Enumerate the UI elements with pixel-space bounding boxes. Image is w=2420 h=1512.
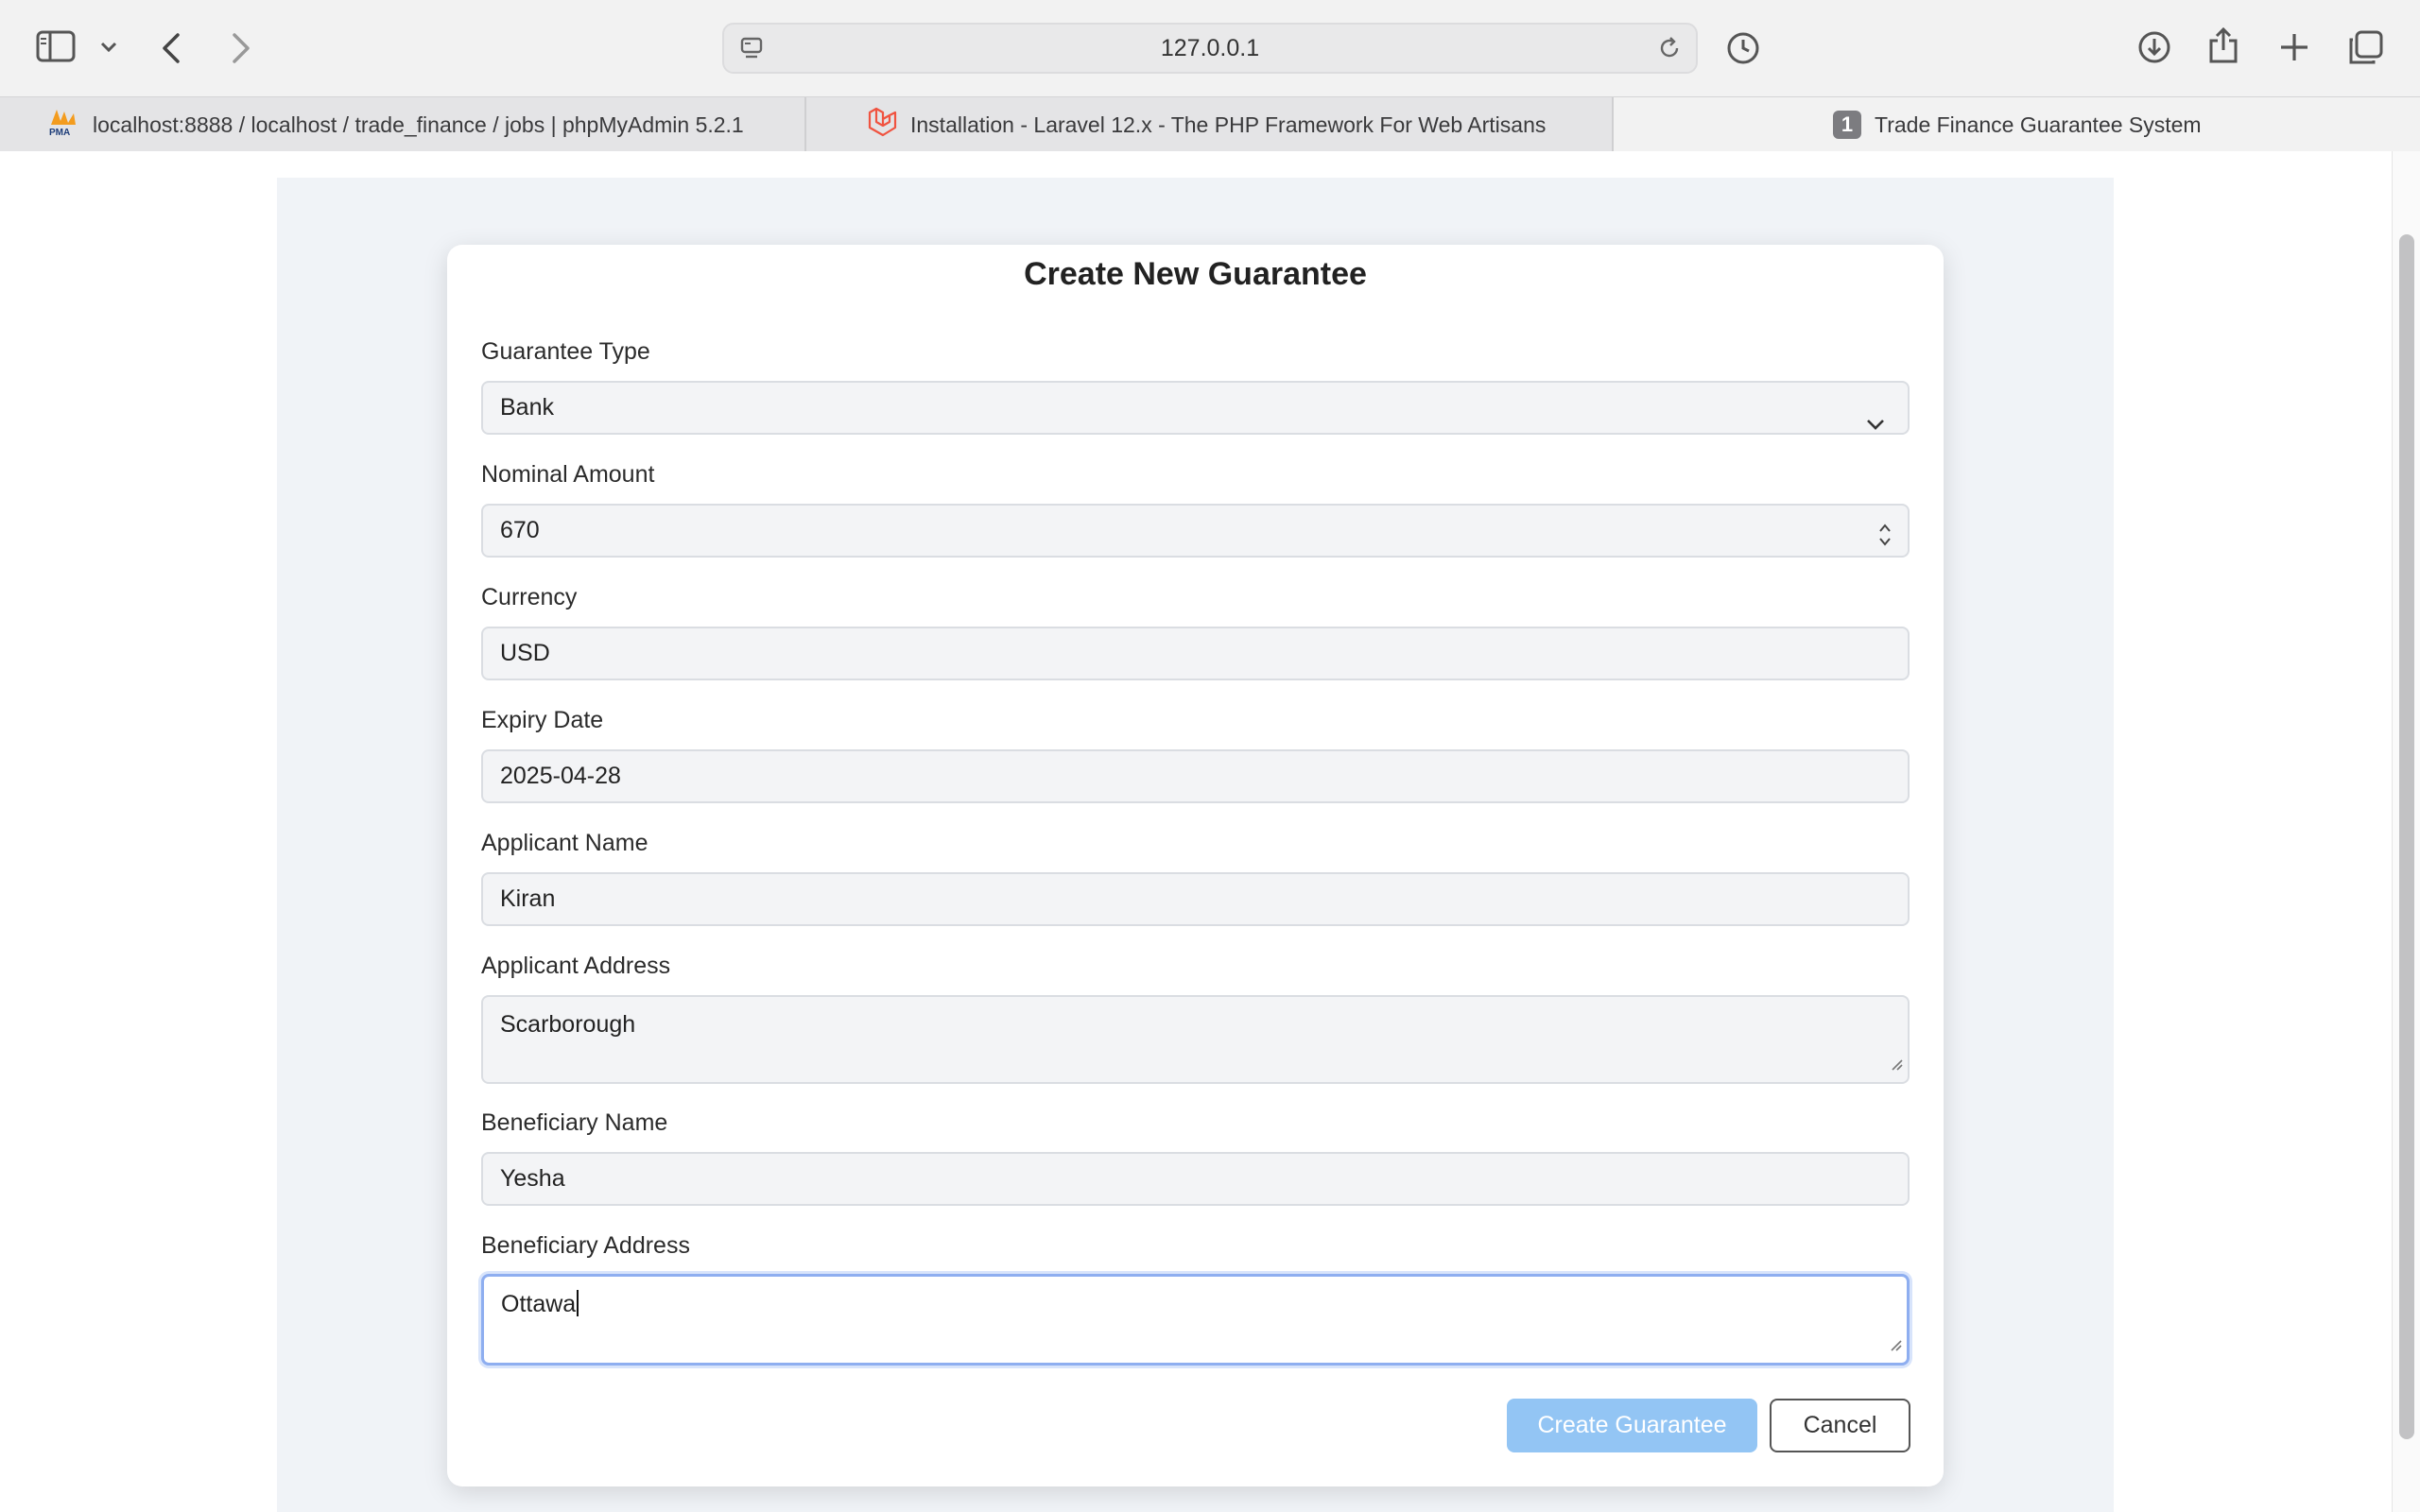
svg-text:PMA: PMA [49,128,70,136]
sidebar-toggle-icon[interactable] [36,30,76,62]
back-icon[interactable] [161,32,182,64]
beneficiary-name-label: Beneficiary Name [481,1109,668,1136]
tab-laravel[interactable]: Installation - Laravel 12.x - The PHP Fr… [806,97,1614,152]
beneficiary-name-input[interactable]: Yesha [481,1152,1910,1206]
beneficiary-address-textarea[interactable]: Ottawa [481,1274,1910,1366]
forward-icon[interactable] [231,32,251,64]
reload-icon[interactable] [1656,35,1683,66]
form-title: Create New Guarantee [1024,256,1367,292]
guarantee-form-card: Create New Guarantee Guarantee Type Bank… [447,245,1944,1486]
beneficiary-address-label: Beneficiary Address [481,1232,690,1259]
applicant-address-label: Applicant Address [481,953,671,979]
tab-title: Installation - Laravel 12.x - The PHP Fr… [910,112,1547,137]
beneficiary-name-value: Yesha [500,1165,565,1192]
expiry-date-value: 2025-04-28 [500,763,621,789]
browser-toolbar: 127.0.0.1 [0,0,2420,96]
text-cursor [577,1290,579,1316]
cancel-button[interactable]: Cancel [1770,1399,1910,1452]
tab-overview-icon[interactable] [2348,29,2384,65]
laravel-logo-icon [867,107,897,143]
currency-label: Currency [481,584,578,610]
applicant-name-label: Applicant Name [481,830,648,856]
applicant-name-input[interactable]: Kiran [481,872,1910,926]
guarantee-type-label: Guarantee Type [481,338,650,365]
applicant-address-textarea[interactable]: Scarborough [481,995,1910,1084]
guarantee-type-value: Bank [500,394,554,421]
create-guarantee-button[interactable]: Create Guarantee [1507,1399,1757,1452]
number-stepper-icon[interactable] [1877,517,1893,567]
url-text: 127.0.0.1 [1160,35,1260,61]
applicant-name-value: Kiran [500,885,556,912]
new-tab-icon[interactable] [2278,31,2310,63]
download-icon[interactable] [2136,29,2172,65]
phpmyadmin-logo-icon: PMA [47,108,79,142]
resize-handle-icon[interactable] [1891,1050,1904,1078]
chevron-down-icon [1866,399,1885,449]
chevron-down-icon[interactable] [100,42,117,53]
guarantee-type-select[interactable]: Bank [481,381,1910,435]
address-bar[interactable]: 127.0.0.1 [722,23,1698,74]
nominal-amount-input[interactable]: 670 [481,504,1910,558]
tab-trade-finance[interactable]: 1 Trade Finance Guarantee System [1614,97,2420,152]
beneficiary-address-value: Ottawa [501,1291,577,1317]
tab-phpmyadmin[interactable]: PMA localhost:8888 / localhost / trade_f… [0,97,806,152]
scrollbar-thumb[interactable] [2399,234,2414,1439]
resize-handle-icon[interactable] [1890,1331,1903,1359]
tab-title: localhost:8888 / localhost / trade_finan… [93,112,744,137]
tab-bar: PMA localhost:8888 / localhost / trade_f… [0,96,2420,152]
share-icon[interactable] [2207,26,2239,64]
currency-value: USD [500,640,550,666]
nominal-amount-value: 670 [500,517,540,543]
expiry-date-label: Expiry Date [481,707,604,733]
tab-number-badge: 1 [1833,111,1861,139]
applicant-address-value: Scarborough [500,1011,636,1038]
tab-title: Trade Finance Guarantee System [1875,112,2202,137]
nominal-amount-label: Nominal Amount [481,461,655,488]
currency-input[interactable]: USD [481,627,1910,680]
expiry-date-input[interactable]: 2025-04-28 [481,749,1910,803]
history-icon[interactable] [1725,30,1761,66]
